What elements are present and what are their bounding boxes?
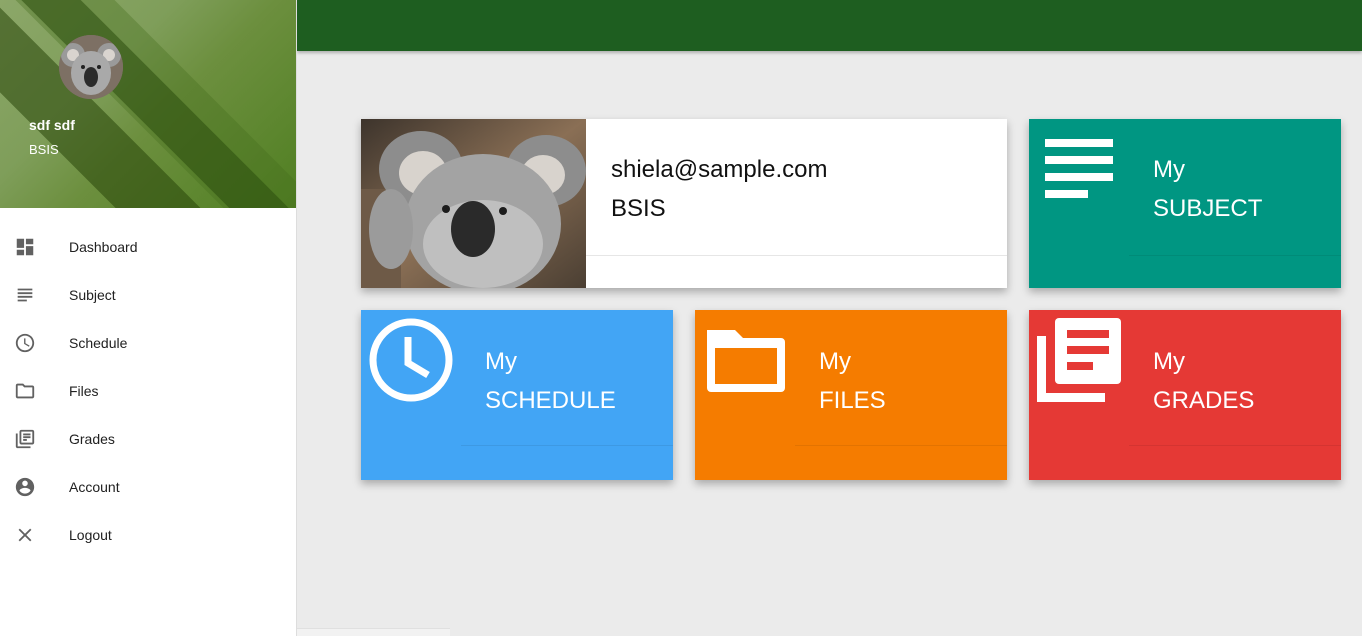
sidebar-item-label: Grades — [69, 431, 115, 447]
folder-icon — [707, 330, 785, 392]
dashboard-icon — [0, 236, 69, 258]
sidebar-item-label: Files — [69, 383, 99, 399]
sidebar-item-label: Logout — [69, 527, 112, 543]
profile-header: sdf sdf BSIS — [0, 0, 296, 208]
sidebar-item-logout[interactable]: Logout — [0, 511, 296, 559]
tile-files-line1: My — [819, 348, 851, 375]
my-files-tile[interactable]: My FILES — [695, 310, 1007, 480]
sidebar-item-label: Schedule — [69, 335, 128, 351]
sidebar-item-subject[interactable]: Subject — [0, 271, 296, 319]
tile-subject-line1: My — [1153, 156, 1185, 183]
sidebar-item-label: Account — [69, 479, 120, 495]
account-circle-icon — [0, 476, 69, 498]
subject-icon — [0, 284, 69, 306]
sidebar-item-label: Subject — [69, 287, 116, 303]
subject-icon — [1045, 139, 1113, 198]
sidebar-item-files[interactable]: Files — [0, 367, 296, 415]
user-email: shiela@sample.com — [611, 156, 828, 183]
tile-grades-line1: My — [1153, 348, 1185, 375]
sidebar-item-dashboard[interactable]: Dashboard — [0, 223, 296, 271]
folder-icon — [0, 380, 69, 402]
sidebar: sdf sdf BSIS Dashboard Subject Schedule — [0, 0, 297, 636]
library-books-icon — [1037, 318, 1121, 402]
card-divider — [586, 255, 1007, 256]
my-schedule-tile[interactable]: My SCHEDULE — [361, 310, 673, 480]
profile-name: sdf sdf — [29, 117, 75, 133]
sidebar-item-account[interactable]: Account — [0, 463, 296, 511]
sidebar-item-grades[interactable]: Grades — [0, 415, 296, 463]
tile-schedule-title: SCHEDULE — [485, 387, 616, 414]
user-course: BSIS — [611, 195, 666, 222]
my-subject-tile[interactable]: My SUBJECT — [1029, 119, 1341, 288]
tile-grades-title: GRADES — [1153, 387, 1255, 414]
my-grades-tile[interactable]: My GRADES — [1029, 310, 1341, 480]
clock-icon — [369, 318, 453, 402]
tile-subject-title: SUBJECT — [1153, 195, 1263, 222]
tile-schedule-line1: My — [485, 348, 517, 375]
sidebar-item-label: Dashboard — [69, 239, 138, 255]
library-books-icon — [0, 428, 69, 450]
koala-photo — [361, 119, 586, 288]
avatar[interactable] — [59, 35, 123, 99]
tile-files-title: FILES — [819, 387, 886, 414]
sidebar-nav: Dashboard Subject Schedule Files Grades — [0, 208, 296, 559]
close-icon — [0, 524, 69, 546]
profile-info-card[interactable]: shiela@sample.com BSIS — [361, 119, 1007, 288]
profile-course: BSIS — [29, 142, 59, 157]
clock-icon — [0, 332, 69, 354]
top-app-bar — [297, 0, 1362, 51]
sidebar-item-schedule[interactable]: Schedule — [0, 319, 296, 367]
